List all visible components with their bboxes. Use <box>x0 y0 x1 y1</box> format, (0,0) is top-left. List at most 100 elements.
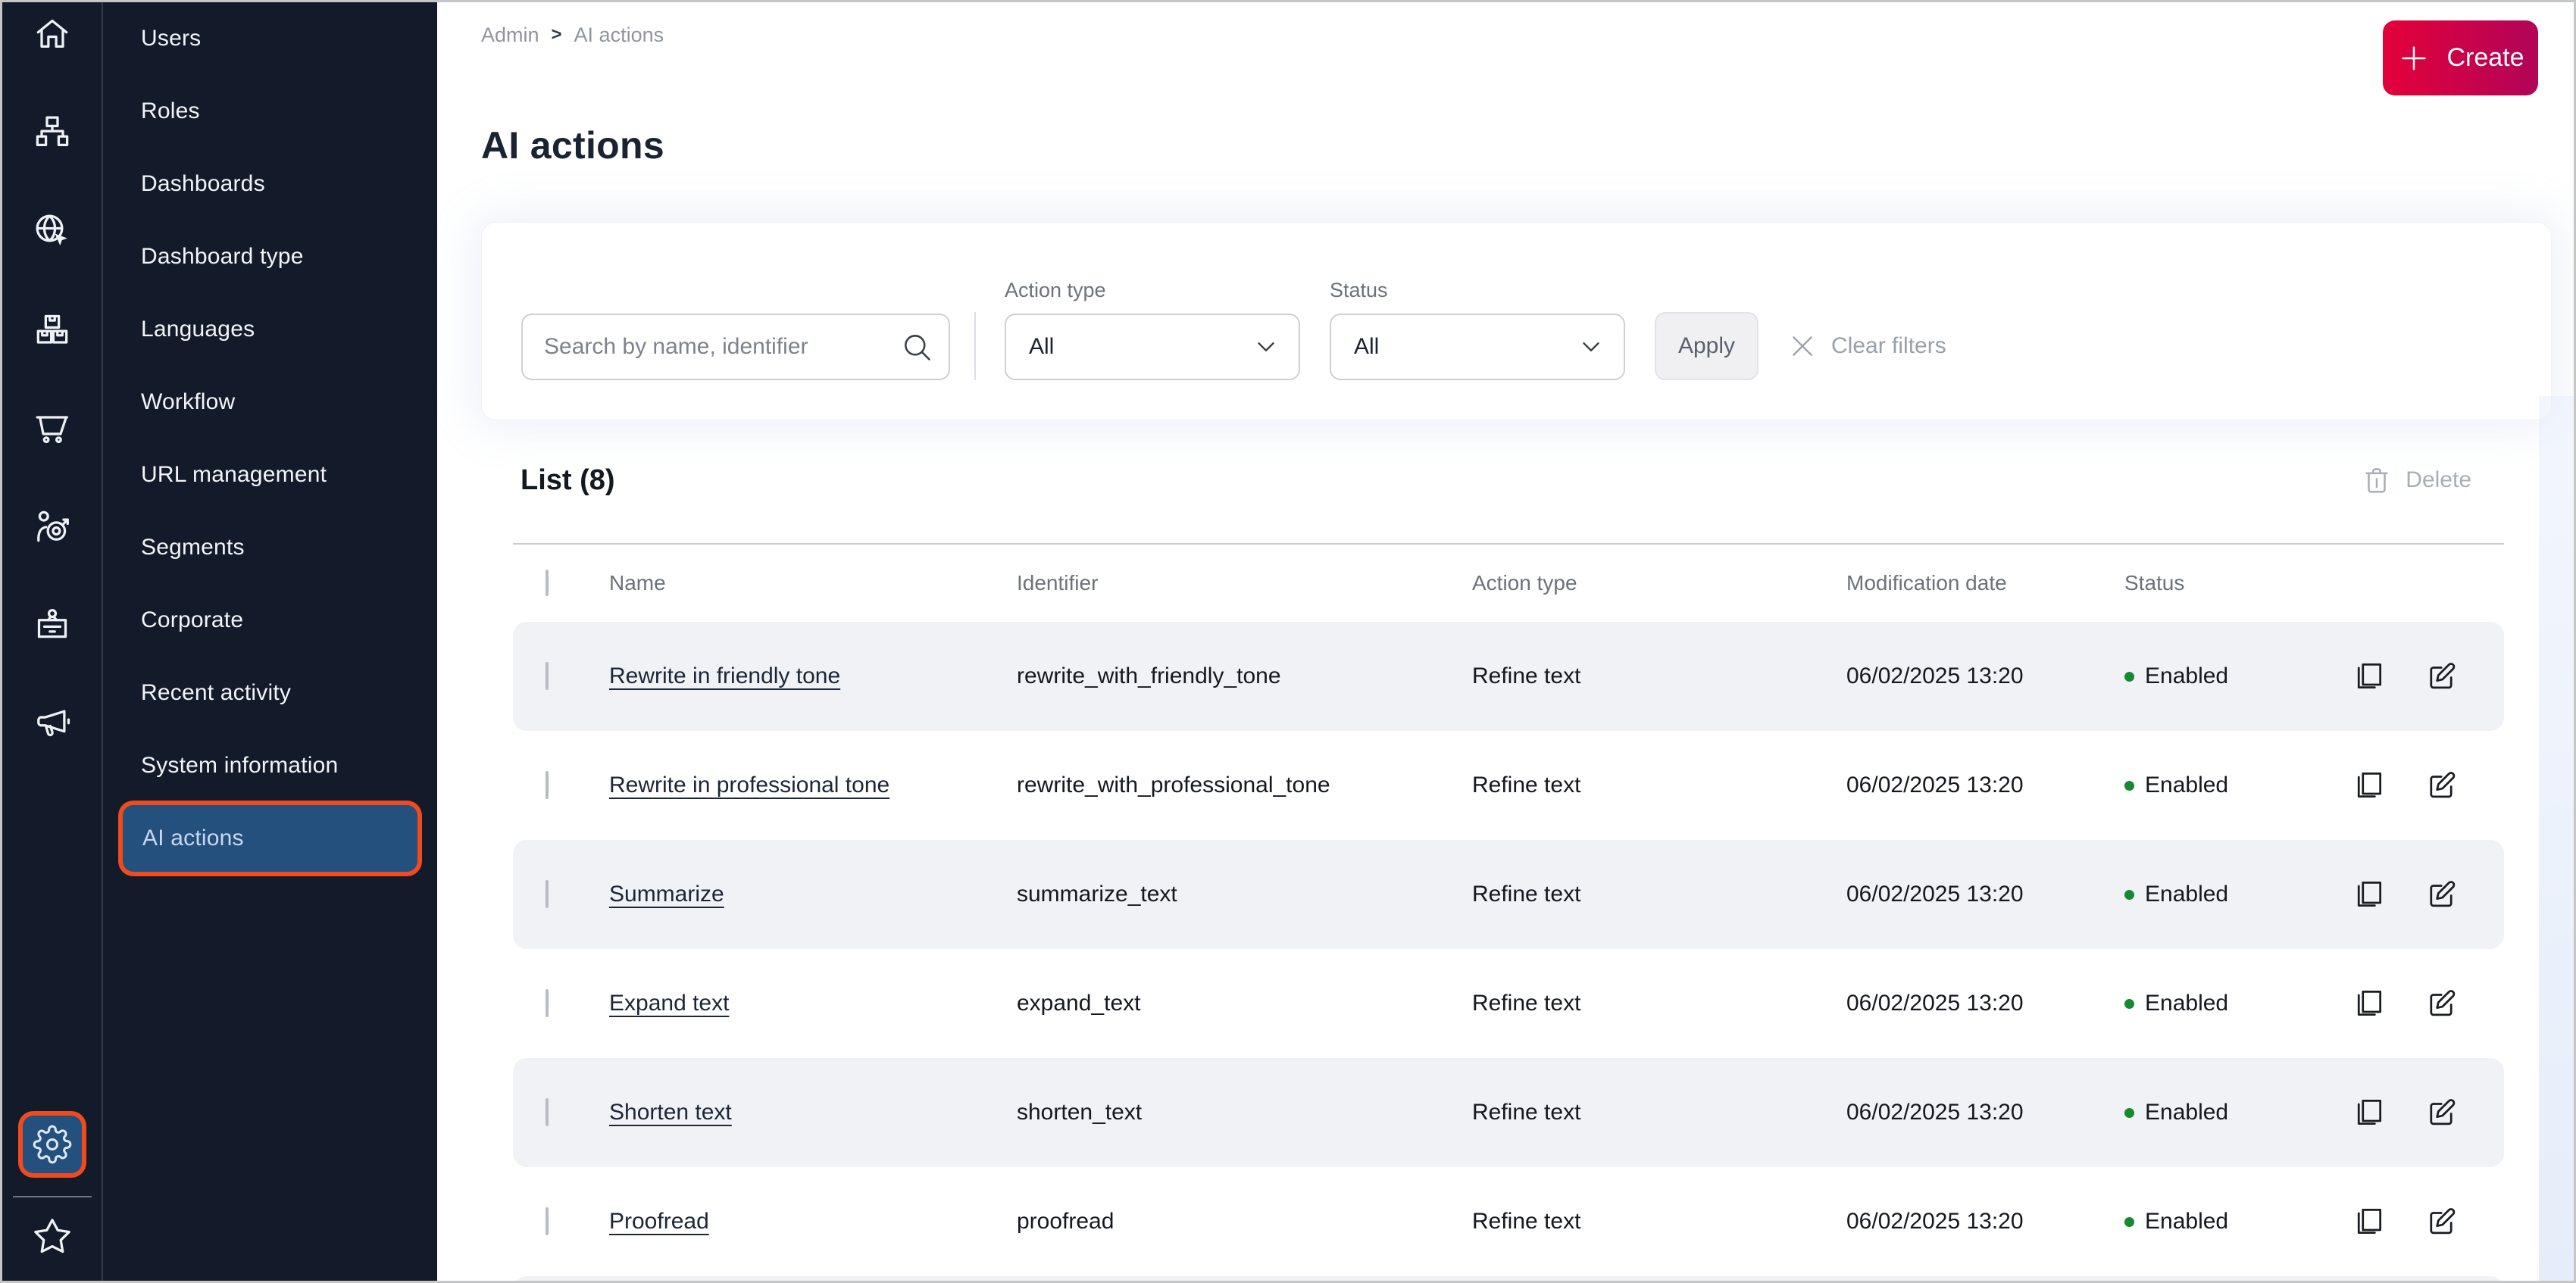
sidebar-item-system-information[interactable]: System information <box>103 729 437 802</box>
table-row: Proofread proofread Refine text 06/02/20… <box>513 1167 2504 1276</box>
row-modification-date: 06/02/2025 13:20 <box>1846 882 2024 907</box>
rail-item-home[interactable] <box>31 13 73 55</box>
sidebar-item-users[interactable]: Users <box>103 2 437 75</box>
edit-icon <box>2430 1099 2456 1125</box>
edit-button[interactable] <box>2424 878 2458 911</box>
row-name-link[interactable]: Proofread <box>609 1209 709 1234</box>
row-checkbox[interactable] <box>546 1098 549 1126</box>
edit-icon <box>2430 881 2456 907</box>
row-status: Enabled <box>2124 991 2352 1016</box>
sidebar-item-workflow[interactable]: Workflow <box>103 366 437 439</box>
sidebar-item-corporate[interactable]: Corporate <box>103 584 437 657</box>
rail-item-targeting[interactable] <box>31 505 73 548</box>
person-target-icon <box>36 510 69 542</box>
row-checkbox[interactable] <box>546 771 549 799</box>
edit-icon <box>2430 1208 2456 1235</box>
duplicate-button[interactable] <box>2352 1096 2386 1129</box>
search-input[interactable] <box>521 314 950 380</box>
row-action-type: Refine text <box>1472 1209 1581 1234</box>
duplicate-button[interactable] <box>2352 878 2386 911</box>
main-content: Admin > AI actions Create AI actions Act… <box>437 2 2574 1281</box>
column-header-name: Name <box>609 571 666 595</box>
column-header-identifier: Identifier <box>1017 571 1099 595</box>
status-dot <box>2124 671 2134 682</box>
create-button[interactable]: Create <box>2383 20 2538 95</box>
select-all-checkbox[interactable] <box>546 570 549 596</box>
status-text: Enabled <box>2145 991 2229 1016</box>
plus-icon <box>2402 45 2427 70</box>
row-checkbox[interactable] <box>546 989 549 1017</box>
rail-item-structure[interactable] <box>31 111 73 154</box>
row-identifier: summarize_text <box>1017 882 1177 907</box>
duplicate-button[interactable] <box>2352 769 2386 802</box>
status-text: Enabled <box>2145 663 2229 688</box>
sidebar-item-dashboards[interactable]: Dashboards <box>103 148 437 220</box>
action-type-value: All <box>1029 334 1055 359</box>
action-type-select[interactable]: All <box>1005 314 1300 380</box>
org-chart-icon <box>36 116 68 146</box>
rail-item-settings[interactable] <box>22 1116 82 1173</box>
row-status: Enabled <box>2124 773 2352 798</box>
sidebar-item-url-management[interactable]: URL management <box>103 439 437 511</box>
apply-button[interactable]: Apply <box>1655 312 1758 380</box>
rail-item-announcements[interactable] <box>31 702 73 745</box>
sidebar-item-recent-activity[interactable]: Recent activity <box>103 657 437 729</box>
breadcrumb-admin[interactable]: Admin <box>481 23 539 47</box>
edit-button[interactable] <box>2424 769 2458 802</box>
row-status: Enabled <box>2124 663 2352 689</box>
sidebar-item-dashboard-type[interactable]: Dashboard type <box>103 220 437 293</box>
column-header-action-type: Action type <box>1472 571 1577 595</box>
row-modification-date: 06/02/2025 13:20 <box>1846 773 2024 798</box>
row-checkbox[interactable] <box>546 662 549 690</box>
admin-sidebar: Users Roles Dashboards Dashboard type Langua… <box>102 2 437 1281</box>
column-header-modification-date: Modification date <box>1846 571 2007 595</box>
row-checkbox[interactable] <box>546 880 549 908</box>
delete-button[interactable]: Delete <box>2362 465 2471 495</box>
row-status: Enabled <box>2124 882 2352 907</box>
row-actions <box>2352 660 2504 693</box>
star-icon <box>33 1219 70 1253</box>
copy-icon <box>2357 1209 2382 1235</box>
table-row: Expand text expand_text Refine text 06/0… <box>513 949 2504 1058</box>
edit-button[interactable] <box>2424 660 2458 693</box>
row-identifier: shorten_text <box>1017 1100 1143 1125</box>
status-dot <box>2124 998 2134 1009</box>
edit-button[interactable] <box>2424 987 2458 1020</box>
table-row: Shorten text shorten_text Refine text 06… <box>513 1058 2504 1167</box>
duplicate-button[interactable] <box>2352 1205 2386 1238</box>
rail-item-favorites[interactable] <box>31 1216 73 1258</box>
sidebar-item-segments[interactable]: Segments <box>103 511 437 584</box>
rail-item-products[interactable] <box>31 308 73 351</box>
edit-button[interactable] <box>2424 1096 2458 1129</box>
row-name-link[interactable]: Rewrite in professional tone <box>609 773 889 798</box>
duplicate-button[interactable] <box>2352 987 2386 1020</box>
row-name-link[interactable]: Expand text <box>609 991 729 1016</box>
status-filter-group: Status All <box>1330 279 1625 380</box>
breadcrumb-current: AI actions <box>574 23 664 46</box>
rail-divider <box>12 1196 92 1197</box>
rail-item-globe[interactable] <box>31 210 73 252</box>
table-row: Rewrite in professional tone rewrite_wit… <box>513 731 2504 840</box>
rail-item-commerce[interactable] <box>31 407 73 449</box>
sidebar-item-ai-actions[interactable]: AI actions <box>123 805 417 872</box>
sidebar-item-languages[interactable]: Languages <box>103 293 437 366</box>
edit-icon <box>2430 772 2456 798</box>
rail-item-corporate-badge[interactable] <box>31 604 73 646</box>
status-label: Status <box>1330 279 1388 301</box>
chevron-down-icon <box>1258 342 1274 351</box>
search-icon <box>905 335 930 361</box>
edit-button[interactable] <box>2424 1205 2458 1238</box>
clear-filters-button[interactable]: Clear filters <box>1787 312 1946 380</box>
status-select[interactable]: All <box>1330 314 1625 380</box>
row-name-link[interactable]: Summarize <box>609 882 724 907</box>
row-modification-date: 06/02/2025 13:20 <box>1846 1209 2024 1234</box>
list-header: List (8) Delete <box>481 463 2552 498</box>
sidebar-item-roles[interactable]: Roles <box>103 75 437 148</box>
row-checkbox[interactable] <box>546 1207 549 1235</box>
copy-icon <box>2357 663 2382 689</box>
row-name-link[interactable]: Rewrite in friendly tone <box>609 663 840 688</box>
row-actions <box>2352 1096 2504 1129</box>
duplicate-button[interactable] <box>2352 660 2386 693</box>
row-name-link[interactable]: Shorten text <box>609 1100 732 1125</box>
action-type-label: Action type <box>1005 279 1106 301</box>
